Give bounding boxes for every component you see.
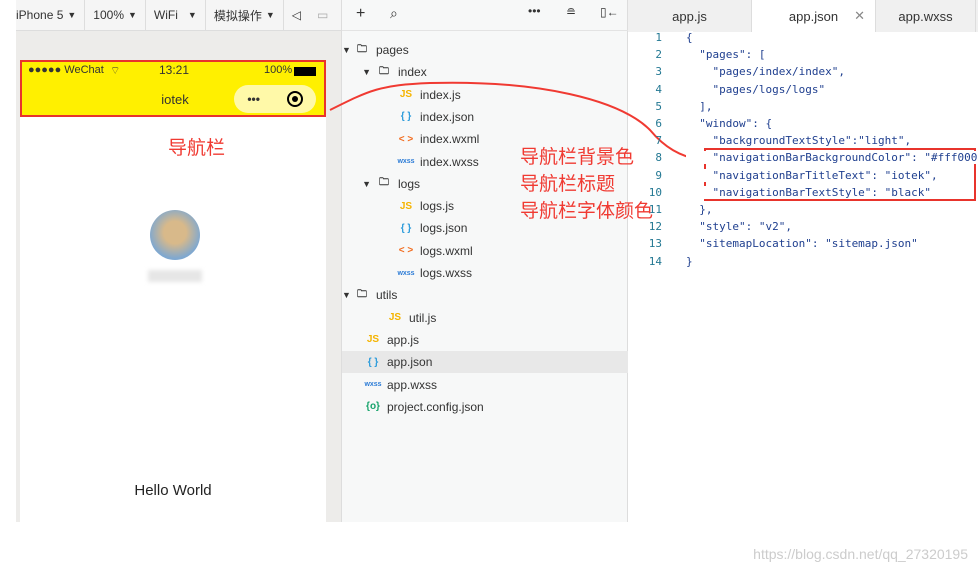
annotation-font: 导航栏字体颜色: [520, 201, 654, 222]
code-line[interactable]: "navigationBarBackgroundColor": "#fff000…: [686, 151, 978, 165]
tab-label: app.js: [672, 8, 707, 24]
code-line[interactable]: "pages": [: [686, 48, 766, 62]
line-number: 4: [655, 82, 662, 96]
line-number: 2: [655, 48, 662, 62]
code-editor: app.js app.json ✕ app.wxss 1 {2 "pages": […: [628, 0, 978, 522]
tab-app-wxss[interactable]: app.wxss: [876, 0, 976, 32]
code-line[interactable]: "navigationBarTextStyle": "black": [686, 185, 932, 199]
editor-tabs: app.js app.json ✕ app.wxss: [628, 0, 978, 32]
code-line[interactable]: "navigationBarTitleText": "iotek",: [686, 168, 938, 182]
code-line[interactable]: "style": "v2",: [686, 220, 792, 234]
code-line[interactable]: "pages/logs/logs": [686, 82, 826, 96]
watermark: https://blog.csdn.net/qq_27320195: [753, 546, 968, 562]
tab-app-js[interactable]: app.js: [628, 0, 752, 32]
code-line[interactable]: "backgroundTextStyle":"light",: [686, 134, 912, 148]
annotation-nav: 导航栏: [168, 138, 226, 159]
annotation-bg: 导航栏背景色: [520, 147, 635, 168]
tab-label: app.json: [788, 8, 839, 24]
line-number: 1: [655, 31, 662, 44]
code-line[interactable]: "sitemapLocation": "sitemap.json": [686, 237, 918, 251]
close-icon[interactable]: ✕: [854, 8, 865, 24]
code-line[interactable]: "pages/index/index",: [686, 65, 845, 79]
code-line[interactable]: {: [686, 31, 693, 44]
code-line[interactable]: }: [686, 254, 693, 268]
line-number: 3: [655, 65, 662, 79]
tab-app-json[interactable]: app.json ✕: [752, 0, 876, 32]
code-line[interactable]: "window": {: [686, 117, 773, 130]
annotation-title: 导航栏标题: [520, 174, 616, 195]
line-number: 13: [648, 237, 662, 251]
tab-label: app.wxss: [898, 8, 953, 24]
code-line[interactable]: ],: [686, 99, 713, 113]
line-number: 14: [648, 254, 662, 268]
line-number: 10: [648, 185, 662, 199]
line-number: 5: [655, 99, 662, 113]
line-number: 6: [655, 117, 662, 130]
code-line[interactable]: },: [686, 203, 713, 216]
